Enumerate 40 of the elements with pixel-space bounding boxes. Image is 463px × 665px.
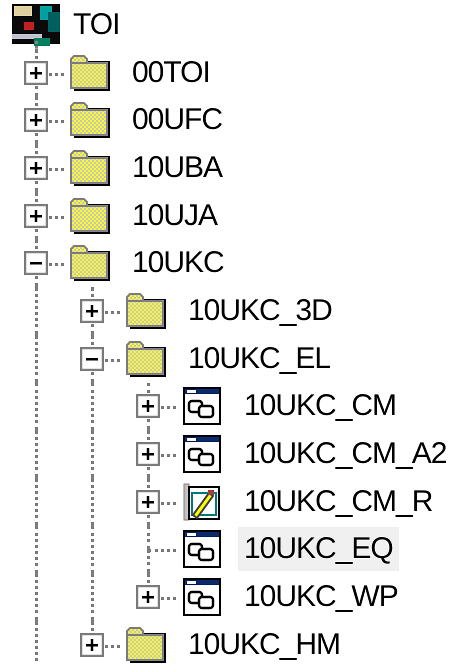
tree-item-label[interactable]: 00TOI: [126, 50, 216, 95]
document-icon: [183, 482, 221, 521]
folder-icon: [126, 626, 166, 663]
folder-icon: [70, 245, 110, 282]
tree-item-label[interactable]: TOI: [67, 2, 126, 47]
expand-icon[interactable]: [136, 490, 160, 514]
tree-item-label[interactable]: 10UKC_CM_R: [238, 480, 438, 524]
tree-item-label[interactable]: 10UKC_HM: [182, 622, 346, 665]
tree-item-label[interactable]: 10UKC_EL: [182, 336, 336, 381]
expand-icon[interactable]: [136, 442, 160, 466]
expand-icon[interactable]: [136, 394, 160, 418]
expand-icon[interactable]: [24, 204, 48, 228]
computer-icon: [12, 2, 60, 48]
window-icon: [183, 530, 221, 568]
tree-item-label[interactable]: 10UBA: [126, 146, 228, 190]
tree-item-label[interactable]: 10UJA: [126, 194, 224, 238]
folder-icon: [126, 292, 166, 329]
folder-icon: [70, 54, 110, 91]
folder-icon: [126, 340, 166, 377]
expand-icon[interactable]: [136, 585, 160, 610]
expand-icon[interactable]: [24, 108, 48, 132]
expand-icon[interactable]: [24, 156, 48, 180]
expand-icon[interactable]: [24, 60, 48, 85]
tree-item-label[interactable]: 10UKC_3D: [182, 288, 338, 333]
folder-icon: [70, 198, 110, 234]
tree-item-label[interactable]: 10UKC: [126, 241, 230, 286]
folder-icon: [70, 150, 110, 186]
tree-item-label[interactable]: 10UKC_CM_A2: [238, 432, 452, 476]
tree-item-label[interactable]: 10UKC_CM: [238, 384, 402, 428]
expand-icon[interactable]: [80, 298, 104, 323]
window-icon: [183, 578, 221, 616]
collapse-icon[interactable]: [80, 346, 104, 371]
window-icon: [183, 387, 221, 426]
window-icon: [183, 435, 221, 474]
expand-icon[interactable]: [80, 632, 104, 657]
tree-item-label[interactable]: 10UKC_EQ: [238, 527, 399, 572]
collapse-icon[interactable]: [24, 251, 48, 276]
tree-item-label[interactable]: 00UFC: [126, 98, 228, 142]
folder-icon: [70, 102, 110, 138]
tree-item-label[interactable]: 10UKC_WP: [238, 575, 404, 620]
